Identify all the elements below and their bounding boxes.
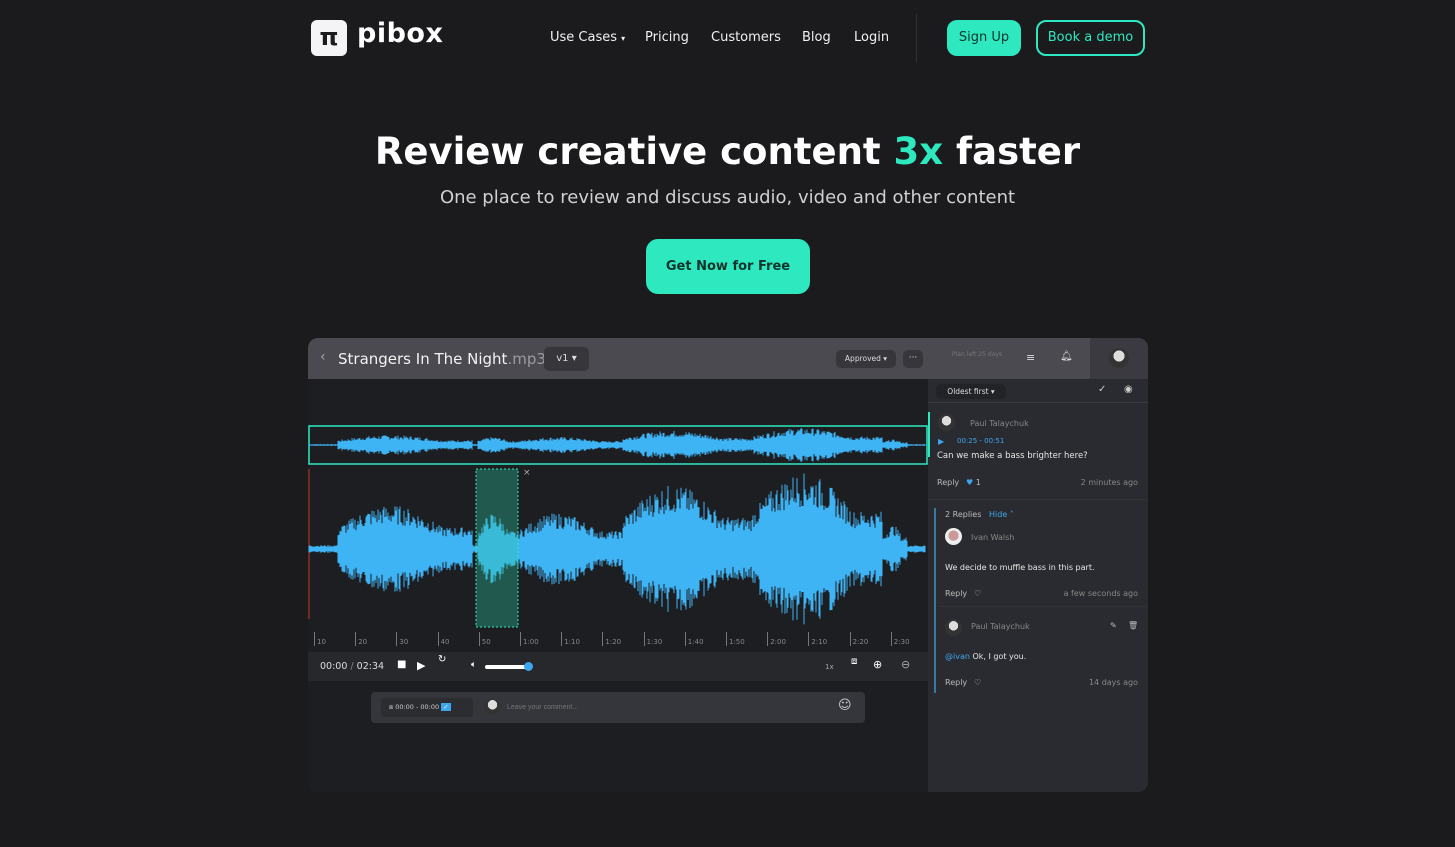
get-now-button[interactable]: Get Now for Free [646, 239, 810, 294]
avatar [945, 619, 962, 636]
reply-text: @ivan Ok, I got you. [945, 652, 1027, 661]
zoom-in-icon[interactable]: ⊕ [873, 658, 882, 671]
waveform-area[interactable]: × [308, 379, 928, 792]
speed-select[interactable]: 1x [825, 663, 834, 671]
timeline-tick: 2:20 [849, 632, 868, 646]
bell-icon[interactable]: 🔔︎ [1060, 351, 1073, 362]
sort-select[interactable]: Oldest first ▾ [936, 384, 1006, 399]
timeline-tick: 1:10 [561, 632, 580, 646]
reply-button[interactable]: Reply [945, 589, 967, 598]
nav-customers[interactable]: Customers [711, 30, 781, 45]
timeline-tick: 20 [355, 632, 367, 646]
emoji-icon[interactable]: ☺ [838, 698, 852, 713]
reply-button[interactable]: Reply [937, 478, 959, 487]
avatar [484, 698, 501, 715]
reply-time: a few seconds ago [1063, 589, 1138, 598]
hero-title: Review creative content 3x faster [374, 130, 1081, 173]
volume-icon[interactable]: 🔈︎ [471, 660, 476, 670]
zoom-out-icon[interactable]: ⊖ [901, 658, 910, 671]
app-preview: ‹ Strangers In The Night.mp3 v1 ▾ Approv… [308, 338, 1148, 792]
edit-icon[interactable]: ✎ [1110, 621, 1117, 630]
timeline-tick: 10 [314, 632, 326, 646]
fit-icon[interactable]: ⧈ [851, 656, 857, 667]
comment-text: Can we make a bass brighter here? [937, 451, 1088, 461]
delete-icon[interactable]: 🗑︎ [1128, 621, 1138, 630]
replies-count: 2 Replies [945, 510, 982, 519]
reply-button[interactable]: Reply [945, 678, 967, 687]
timeline-tick: 1:20 [602, 632, 621, 646]
nav-blog[interactable]: Blog [802, 30, 831, 45]
heart-icon[interactable]: ♡ [974, 589, 981, 598]
timeline-tick: 2:00 [767, 632, 786, 646]
heart-icon: ♥ [966, 478, 974, 487]
nav-login[interactable]: Login [854, 30, 889, 45]
timeline-tick: 30 [396, 632, 408, 646]
reply-author: Ivan Walsh [971, 533, 1015, 542]
range-chip[interactable]: ⧈ 00:00 - 00:00 ✓ [381, 698, 473, 717]
volume-slider[interactable] [485, 662, 534, 671]
reply-time: 14 days ago [1088, 678, 1138, 687]
reply-author: Paul Talaychuk [971, 622, 1030, 631]
nav-label: Use Cases [550, 30, 618, 45]
time-display: 00:00 / 02:34 [320, 661, 385, 672]
comments-panel: Oldest first ▾ ✓ ◉ Paul Talaychuk ▶ 00:2… [928, 379, 1148, 792]
resolve-icon[interactable]: ✓ [1098, 384, 1106, 395]
timeline[interactable]: 10 20 30 40 50 1:00 1:10 1:20 1:30 1:40 1:50 2:00 2:… [308, 632, 928, 648]
status-select[interactable]: Approved ▾ [836, 350, 896, 368]
hero-subtitle: One place to review and discuss audio, v… [439, 187, 1016, 208]
sign-up-button[interactable]: Sign Up [947, 20, 1021, 56]
timeline-tick: 1:50 [726, 632, 745, 646]
logo-icon[interactable]: π [311, 20, 347, 56]
timeline-tick: 40 [437, 632, 450, 646]
book-demo-button[interactable]: Book a demo [1036, 20, 1145, 56]
eye-icon[interactable]: ◉ [1124, 384, 1133, 395]
back-icon[interactable]: ‹ [320, 349, 326, 365]
loop-icon[interactable]: ↻ [438, 654, 446, 665]
timeline-tick: 1:30 [643, 632, 662, 646]
app-header: ‹ Strangers In The Night.mp3 v1 ▾ Approv… [308, 338, 1148, 379]
chevron-down-icon: ▾ [621, 34, 626, 43]
timeline-tick: 1:00 [520, 632, 539, 646]
timeline-tick: 1:40 [684, 632, 704, 646]
file-title: Strangers In The Night.mp3 [338, 350, 546, 368]
overview-waveform [308, 428, 926, 462]
play-icon[interactable]: ▶ [417, 659, 425, 672]
comment-range[interactable]: 00:25 - 00:51 [957, 437, 1004, 445]
avatar[interactable] [1109, 348, 1129, 368]
hide-replies-button[interactable]: Hide ˄ [989, 510, 1014, 519]
like-button[interactable]: ♥ 1 [966, 478, 981, 487]
divider [916, 14, 917, 62]
more-icon[interactable]: ··· [903, 350, 923, 368]
close-region-icon: × [523, 468, 531, 478]
plan-left: Plan left 25 days [952, 351, 1003, 358]
comment-region [475, 468, 519, 628]
heart-icon[interactable]: ♡ [974, 678, 981, 687]
comment-author: Paul Talaychuk [970, 419, 1029, 428]
stop-icon[interactable]: ■ [397, 659, 406, 670]
reply-text: We decide to muffle bass in this part. [945, 563, 1095, 572]
timeline-tick: 50 [478, 632, 491, 646]
logo-text[interactable]: pibox [357, 18, 443, 49]
play-range-icon[interactable]: ▶ [938, 437, 944, 446]
list-icon[interactable]: ≡ [1026, 351, 1035, 364]
comment-input[interactable] [507, 698, 807, 717]
timeline-tick: 2:30 [890, 632, 910, 646]
avatar [938, 414, 955, 431]
avatar [945, 528, 962, 545]
timeline-tick: 2:10 [808, 632, 827, 646]
nav-pricing[interactable]: Pricing [645, 30, 689, 45]
version-select[interactable]: v1 ▾ [544, 347, 589, 371]
player-controls: 00:00 / 02:34 ■ ▶ ↻ 🔈︎ 1x ⧈ ⊕ ⊖ [308, 652, 928, 681]
comment-bar: ⧈ 00:00 - 00:00 ✓ ☺ [371, 692, 865, 723]
comment-time: 2 minutes ago [1080, 478, 1138, 487]
main-waveform [308, 473, 926, 625]
nav-use-cases[interactable]: Use Cases ▾ [550, 30, 625, 45]
